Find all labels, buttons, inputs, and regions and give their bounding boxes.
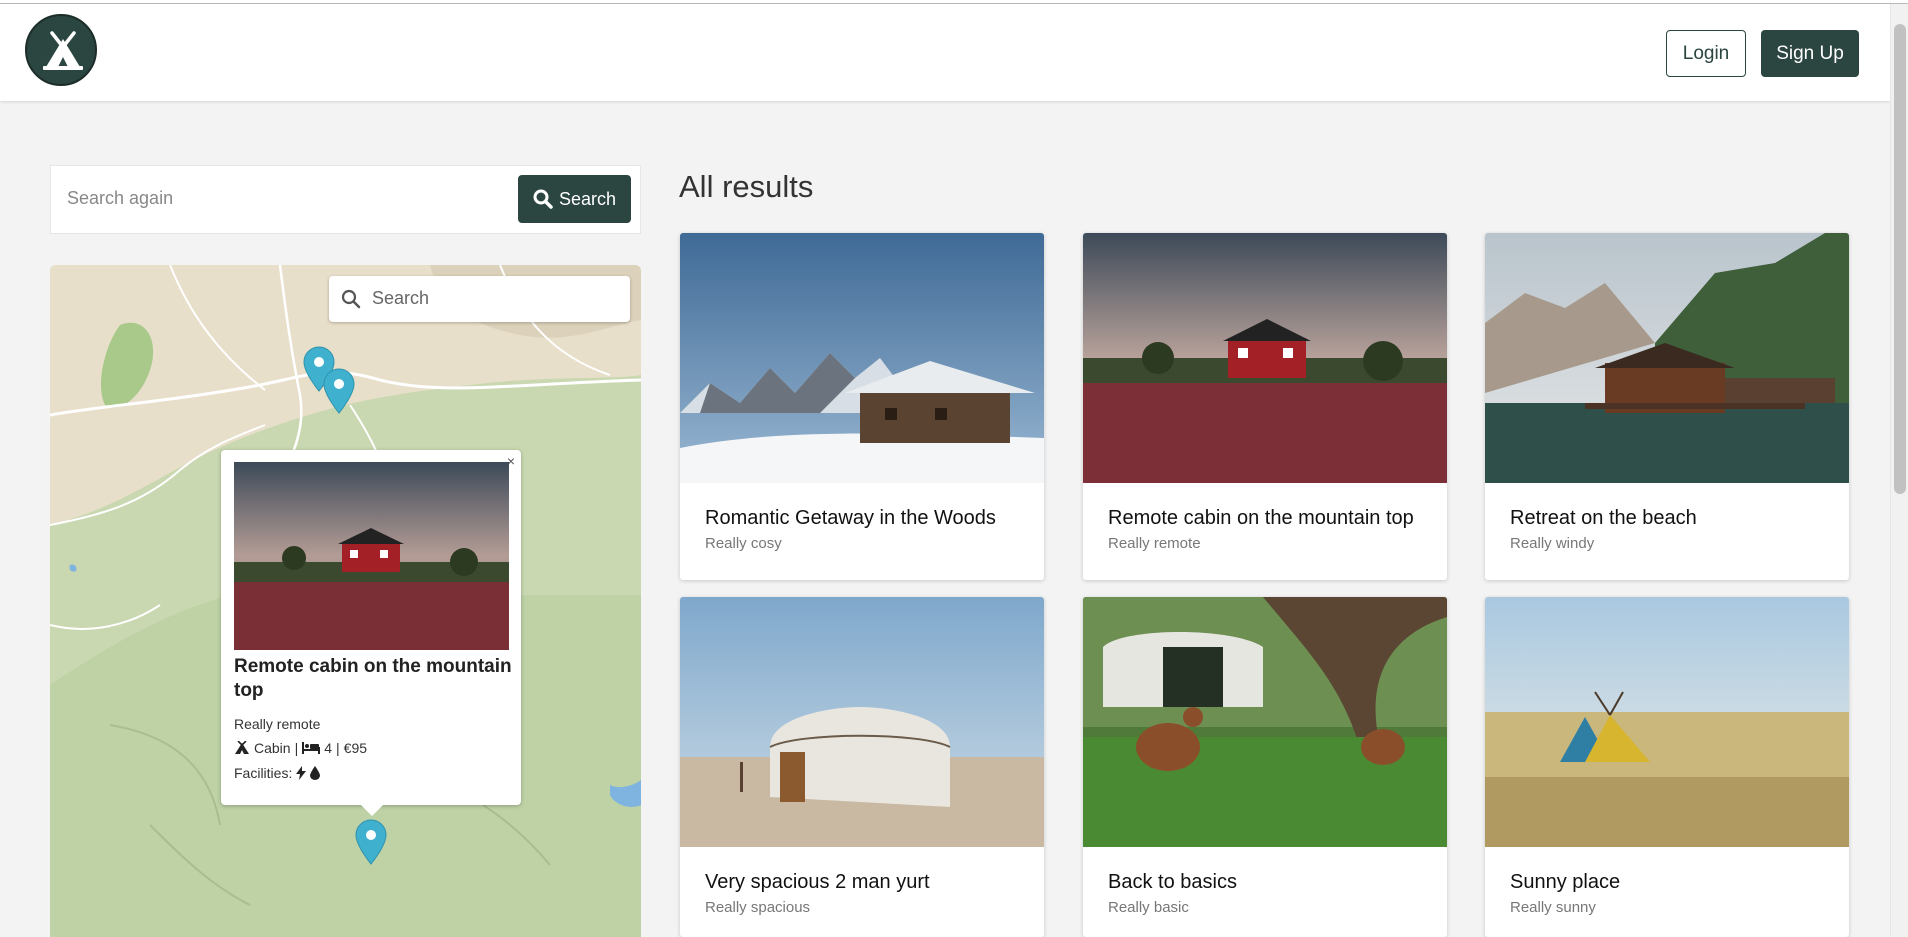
logo[interactable] [25,14,97,86]
popup-price: €95 [343,740,368,756]
listing-subtitle: Really basic [1108,899,1189,916]
popup-beds: 4 [324,740,333,756]
listing-subtitle: Really spacious [705,899,811,916]
map-search-input[interactable] [372,288,612,309]
search-icon [341,289,361,309]
listing-subtitle: Really remote [1108,535,1201,552]
bed-icon [302,742,321,754]
listing-title[interactable]: Sunny place [1510,871,1620,894]
search-button[interactable]: Search [518,175,631,223]
search-again-input[interactable] [67,188,467,209]
popup-title[interactable]: Remote cabin on the mountain top [234,655,514,703]
facilities-label: Facilities: [234,765,293,781]
listing-title[interactable]: Very spacious 2 man yurt [705,871,930,894]
listing-subtitle: Really windy [1510,535,1595,552]
tent-icon [235,741,249,754]
map-popup: × Remote cabin on the mountain top Reall… [221,450,521,816]
listing-title[interactable]: Remote cabin on the mountain top [1108,507,1414,530]
listing-card[interactable]: Back to basics Really basic [1083,597,1447,937]
map-pin-icon[interactable] [354,819,388,865]
separator: | [336,740,340,756]
listing-photo [1083,233,1447,483]
scrollbar-thumb[interactable] [1894,24,1906,494]
popup-type: Cabin [254,740,291,756]
search-button-label: Search [558,188,617,209]
signup-button[interactable]: Sign Up [1761,30,1859,77]
map[interactable]: × Remote cabin on the mountain top Reall… [50,265,641,937]
listing-photo [680,597,1044,847]
results-heading: All results [679,169,814,204]
listing-title[interactable]: Retreat on the beach [1510,507,1697,530]
popup-subtitle: Really remote [234,716,321,732]
listing-card[interactable]: Romantic Getaway in the Woods Really cos… [680,233,1044,580]
listing-subtitle: Really cosy [705,535,782,552]
map-search-box [329,276,630,322]
page-scrollbar[interactable] [1890,4,1908,937]
listing-subtitle: Really sunny [1510,899,1596,916]
listing-photo [1485,233,1849,483]
listing-card[interactable]: Remote cabin on the mountain top Really … [1083,233,1447,580]
navbar: Login Sign Up [0,4,1890,101]
listing-title[interactable]: Romantic Getaway in the Woods [705,507,996,530]
listing-photo [1083,597,1447,847]
listing-photo [680,233,1044,483]
listing-title[interactable]: Back to basics [1108,871,1237,894]
search-icon [533,189,553,209]
bolt-icon [296,766,307,780]
popup-photo [234,462,509,650]
listing-card[interactable]: Sunny place Really sunny [1485,597,1849,937]
popup-meta: Cabin | 4 | €95 [234,740,367,756]
listing-card[interactable]: Very spacious 2 man yurt Really spacious [680,597,1044,937]
login-button[interactable]: Login [1666,30,1746,77]
popup-facilities: Facilities: [234,765,321,781]
search-again-bar: Search [50,165,641,234]
listing-card[interactable]: Retreat on the beach Really windy [1485,233,1849,580]
listing-photo [1485,597,1849,847]
tent-icon [43,31,83,70]
water-drop-icon [310,766,321,780]
separator: | [294,740,299,756]
map-pin-icon[interactable] [322,368,356,414]
